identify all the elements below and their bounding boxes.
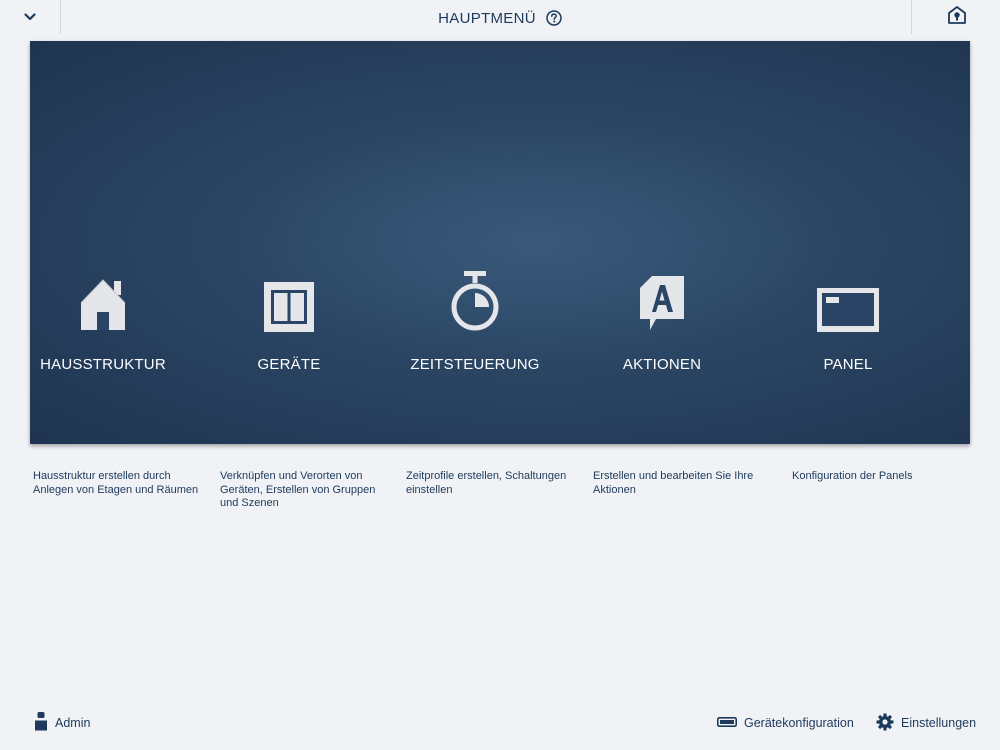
tile-label: PANEL	[823, 356, 873, 373]
user-label: Admin	[55, 716, 91, 730]
tile-label: HAUSSTRUKTUR	[40, 356, 166, 373]
tile-description-zeitsteuerung: Zeitprofile erstellen, Schaltungen einst…	[406, 470, 567, 496]
page-title-group: HAUPTMENÜ	[0, 0, 1000, 36]
action-icon	[639, 269, 685, 333]
gear-icon	[876, 713, 894, 734]
house-info-icon	[947, 5, 967, 30]
panel-icon	[816, 269, 880, 333]
tile-label: ZEITSTEUERUNG	[410, 356, 540, 373]
user-button[interactable]: Admin	[34, 710, 90, 736]
header-bar: HAUPTMENÜ	[0, 0, 1000, 36]
main-menu-page: HAUPTMENÜ HAUSSTRUKTUR GERÄTE ZEITSTEUER…	[0, 0, 1000, 750]
device-config-icon	[717, 716, 737, 730]
tile-geraete[interactable]: GERÄTE	[196, 269, 382, 379]
tile-label: AKTIONEN	[622, 356, 702, 373]
tile-description-geraete: Verknüpfen und Verorten von Geräten, Ers…	[220, 470, 376, 509]
device-config-button[interactable]: Gerätekonfiguration	[717, 710, 854, 736]
menu-toggle-button[interactable]	[0, 0, 61, 34]
tile-hausstruktur[interactable]: HAUSSTRUKTUR	[10, 269, 196, 379]
main-menu-panel: HAUSSTRUKTUR GERÄTE ZEITSTEUERUNG AKTION…	[30, 41, 970, 444]
tile-description-hausstruktur: Hausstruktur erstellen durch Anlegen von…	[33, 470, 199, 496]
switch-icon	[263, 269, 315, 333]
tile-label: GERÄTE	[257, 356, 321, 373]
device-config-label: Gerätekonfiguration	[744, 716, 854, 730]
house-icon	[79, 269, 127, 333]
chevron-down-icon	[24, 8, 36, 26]
tile-description-panel: Konfiguration der Panels	[792, 470, 913, 482]
settings-label: Einstellungen	[901, 716, 977, 730]
user-icon	[34, 712, 48, 734]
page-title: HAUPTMENÜ	[438, 9, 536, 27]
timer-icon	[450, 269, 500, 333]
tile-zeitsteuerung[interactable]: ZEITSTEUERUNG	[382, 269, 568, 379]
tile-panel[interactable]: PANEL	[755, 269, 941, 379]
help-icon[interactable]	[546, 10, 562, 26]
tile-aktionen[interactable]: AKTIONEN	[569, 269, 755, 379]
house-info-button[interactable]	[911, 0, 1000, 34]
tile-description-aktionen: Erstellen und bearbeiten Sie Ihre Aktion…	[593, 470, 754, 496]
settings-button[interactable]: Einstellungen	[876, 710, 976, 736]
